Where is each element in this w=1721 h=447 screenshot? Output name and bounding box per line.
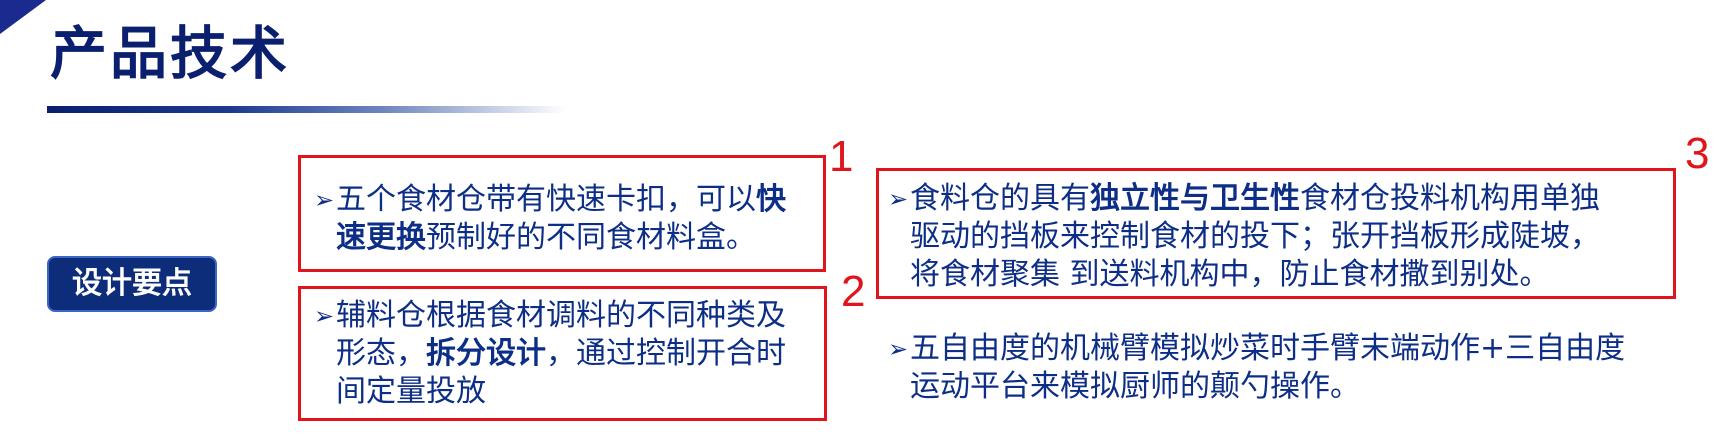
arrow-bullet-icon: ➢ — [314, 186, 335, 214]
design-points-badge: 设计要点 — [47, 256, 217, 312]
arrow-bullet-icon: ➢ — [888, 185, 909, 213]
point-3-line-2: 驱动的挡板来控制食材的投下；张开挡板形成陡坡， — [910, 219, 1600, 254]
title-underline — [47, 106, 567, 113]
point-3-line-3: 将食材聚集 到送料机构中，防止食材撒到别处。 — [910, 257, 1550, 292]
point-1-line-2: 速更换预制好的不同食材料盒。 — [336, 220, 756, 255]
point-1-line-1: 五个食材仓带有快速卡扣，可以快 — [336, 182, 786, 217]
arrow-bullet-icon: ➢ — [314, 302, 335, 330]
point-3-number: 3 — [1685, 129, 1710, 178]
point-2-line-3: 间定量投放 — [336, 374, 486, 409]
point-2-line-1: 辅料仓根据食材调料的不同种类及 — [336, 298, 786, 333]
point-1-number: 1 — [829, 132, 854, 181]
point-4-line-2: 运动平台来模拟厨师的颠勺操作。 — [910, 369, 1360, 404]
arrow-bullet-icon: ➢ — [888, 335, 909, 363]
point-3-text: ➢ 食料仓的具有独立性与卫生性食材仓投料机构用单独 驱动的挡板来控制食材的投下；… — [888, 180, 1600, 294]
corner-triangle-icon — [0, 0, 46, 34]
slide: 产品技术 设计要点 1 ➢ 五个食材仓带有快速卡扣，可以快 速更换预制好的不同食… — [0, 0, 1721, 447]
point-2-text: ➢ 辅料仓根据食材调料的不同种类及 形态，拆分设计，通过控制开合时 间定量投放 — [314, 297, 786, 411]
point-3-line-1: 食料仓的具有独立性与卫生性食材仓投料机构用单独 — [910, 181, 1600, 216]
page-title: 产品技术 — [50, 21, 290, 87]
point-1-text: ➢ 五个食材仓带有快速卡扣，可以快 速更换预制好的不同食材料盒。 — [314, 181, 786, 257]
point-4-text: ➢ 五自由度的机械臂模拟炒菜时手臂末端动作+三自由度 运动平台来模拟厨师的颠勺操… — [888, 330, 1625, 406]
point-2-line-2: 形态，拆分设计，通过控制开合时 — [336, 336, 786, 371]
point-2-number: 2 — [841, 267, 866, 316]
point-4-line-1: 五自由度的机械臂模拟炒菜时手臂末端动作+三自由度 — [910, 331, 1626, 366]
